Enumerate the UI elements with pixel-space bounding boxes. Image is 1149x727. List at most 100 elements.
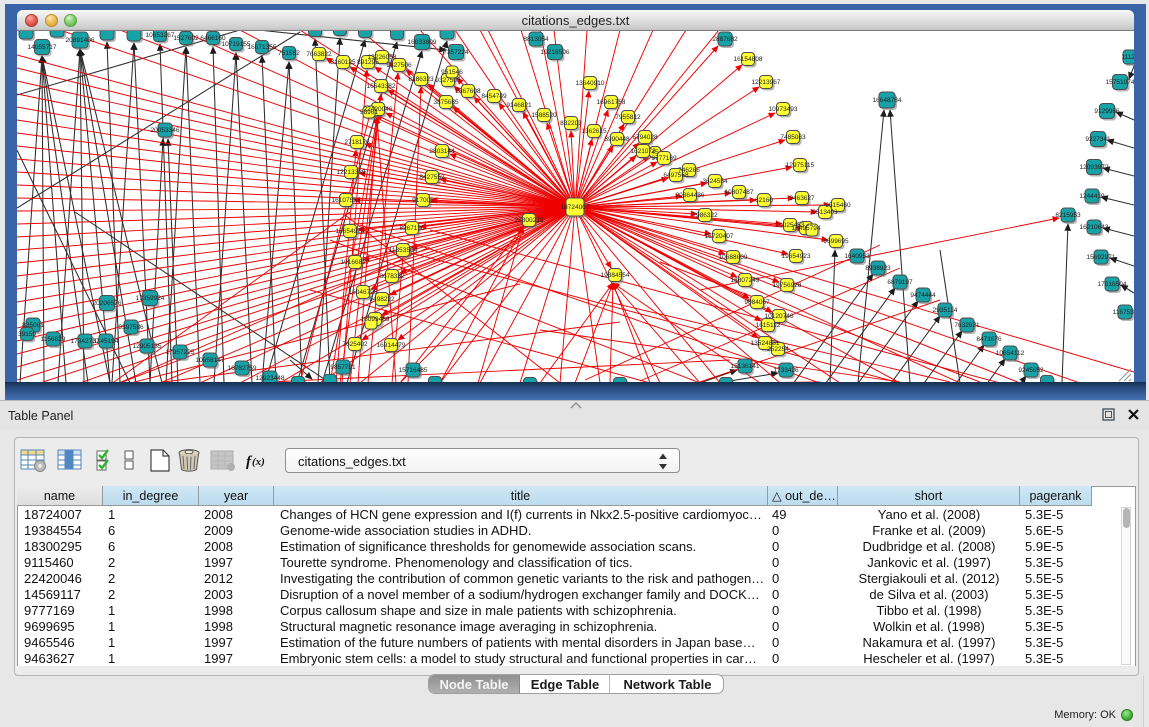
svg-text:11353504: 11353504 (389, 247, 418, 254)
svg-text:16495794: 16495794 (792, 225, 821, 232)
svg-text:98961: 98961 (360, 109, 378, 116)
svg-text:18724007: 18724007 (561, 204, 590, 211)
svg-text:2867608: 2867608 (455, 88, 481, 95)
svg-text:9857791: 9857791 (330, 364, 356, 371)
svg-text:746266: 746266 (678, 167, 700, 174)
svg-text:9513403: 9513403 (812, 209, 838, 216)
svg-text:16099489: 16099489 (361, 316, 390, 323)
svg-text:15136141: 15136141 (731, 363, 760, 370)
svg-text:15692971: 15692971 (1087, 254, 1116, 261)
svg-text:6879197: 6879197 (887, 279, 913, 286)
svg-text:7663822: 7663822 (306, 51, 332, 58)
svg-text:9146821: 9146821 (506, 102, 532, 109)
svg-text:9327506: 9327506 (386, 62, 412, 69)
svg-text:16154808: 16154808 (734, 56, 763, 63)
svg-text:13640910: 13640910 (576, 80, 605, 87)
svg-text:19384554: 19384554 (601, 272, 630, 279)
svg-text:9515460: 9515460 (825, 202, 851, 209)
svg-text:14055717: 14055717 (28, 44, 57, 51)
svg-text:1588520: 1588520 (531, 112, 557, 119)
svg-text:9699695: 9699695 (823, 238, 849, 245)
svg-text:9327508: 9327508 (435, 77, 461, 84)
svg-text:10719155: 10719155 (222, 41, 251, 48)
svg-text:12923448: 12923448 (256, 375, 285, 382)
svg-text:835061: 835061 (22, 322, 44, 329)
svg-text:1167534: 1167534 (1113, 309, 1134, 316)
svg-text:12975115: 12975115 (786, 162, 815, 169)
svg-text:9084067: 9084067 (744, 299, 770, 306)
svg-text:19166827: 19166827 (341, 259, 370, 266)
svg-text:16671355: 16671355 (248, 44, 277, 51)
svg-text:7632621: 7632621 (954, 322, 980, 329)
svg-text:1156829: 1156829 (41, 336, 66, 343)
svg-text:1362615: 1362615 (581, 128, 607, 135)
svg-text:15716485: 15716485 (399, 367, 428, 374)
svg-text:16046726: 16046726 (349, 289, 378, 296)
svg-text:1145194: 1145194 (94, 338, 119, 345)
svg-text:10120746: 10120746 (765, 313, 794, 320)
svg-text:10688609: 10688609 (719, 254, 748, 261)
svg-text:2935114: 2935114 (933, 307, 958, 314)
svg-text:1527602: 1527602 (173, 35, 199, 42)
svg-text:15751074: 15751074 (1106, 79, 1134, 86)
svg-text:16914479: 16914479 (377, 342, 406, 349)
svg-text:3875685: 3875685 (433, 99, 459, 106)
svg-text:16033809: 16033809 (408, 39, 437, 46)
svg-text:10653267: 10653267 (146, 32, 175, 39)
svg-text:16961758: 16961758 (597, 99, 626, 106)
svg-text:9227341: 9227341 (1085, 136, 1111, 143)
svg-text:6794028: 6794028 (632, 134, 658, 141)
svg-text:20364436: 20364436 (676, 192, 705, 199)
svg-text:17016504: 17016504 (1098, 281, 1127, 288)
svg-text:16210643: 16210643 (1080, 224, 1109, 231)
svg-text:(x): (x) (252, 456, 265, 468)
svg-text:1615112: 1615112 (756, 322, 781, 329)
svg-text:8454749: 8454749 (481, 93, 507, 100)
svg-text:8186323: 8186323 (408, 76, 434, 83)
svg-text:8990448: 8990448 (604, 136, 630, 143)
svg-text:17957225: 17957225 (166, 349, 195, 356)
svg-text:7357224: 7357224 (443, 49, 469, 56)
svg-text:20206576: 20206576 (93, 300, 122, 307)
svg-text:12213389: 12213389 (337, 169, 366, 176)
svg-text:832203: 832203 (560, 120, 582, 127)
svg-text:16107553: 16107553 (332, 197, 361, 204)
svg-text:16648784: 16648784 (873, 97, 902, 104)
svg-text:12093872: 12093872 (1080, 164, 1109, 171)
svg-text:8427552: 8427552 (419, 174, 445, 181)
svg-text:13226058: 13226058 (368, 54, 397, 61)
svg-text:10958147: 10958147 (196, 357, 225, 364)
svg-text:20891406: 20891406 (66, 37, 95, 44)
svg-text:39159: 39159 (18, 331, 36, 338)
svg-text:9129966: 9129966 (1094, 108, 1120, 115)
svg-text:2803144: 2803144 (429, 148, 455, 155)
svg-text:917006: 917006 (412, 197, 434, 204)
svg-text:8813054: 8813054 (523, 36, 549, 43)
svg-text:9474444: 9474444 (910, 292, 936, 299)
svg-text:7625402: 7625402 (342, 341, 368, 348)
svg-text:8678332: 8678332 (379, 273, 405, 280)
svg-text:9245652: 9245652 (1018, 367, 1044, 374)
svg-text:1244419: 1244419 (1079, 193, 1105, 200)
svg-text:9397586: 9397586 (118, 324, 144, 331)
svg-text:10654112: 10654112 (996, 350, 1025, 357)
svg-text:62160: 62160 (755, 197, 773, 204)
svg-text:19654925: 19654925 (336, 228, 365, 235)
svg-text:9463627: 9463627 (789, 195, 815, 202)
svg-text:8160125: 8160125 (330, 59, 356, 66)
svg-text:2887682: 2887682 (712, 36, 738, 43)
svg-text:18807249: 18807249 (731, 277, 760, 284)
svg-text:9777169: 9777169 (651, 155, 677, 162)
svg-text:1733426: 1733426 (773, 367, 799, 374)
svg-text:16782759: 16782759 (228, 365, 257, 372)
svg-text:3624554: 3624554 (702, 178, 728, 185)
svg-text:252254: 252254 (767, 346, 789, 353)
svg-text:25300213: 25300213 (515, 217, 544, 224)
svg-text:10807487: 10807487 (725, 189, 754, 196)
svg-text:19756928: 19756928 (773, 282, 802, 289)
svg-text:19218506: 19218506 (541, 49, 570, 56)
svg-text:16543382: 16543382 (367, 83, 396, 90)
svg-text:8471676: 8471676 (976, 336, 1002, 343)
svg-text:7986322: 7986322 (692, 212, 718, 219)
svg-text:12905135: 12905135 (133, 343, 162, 350)
